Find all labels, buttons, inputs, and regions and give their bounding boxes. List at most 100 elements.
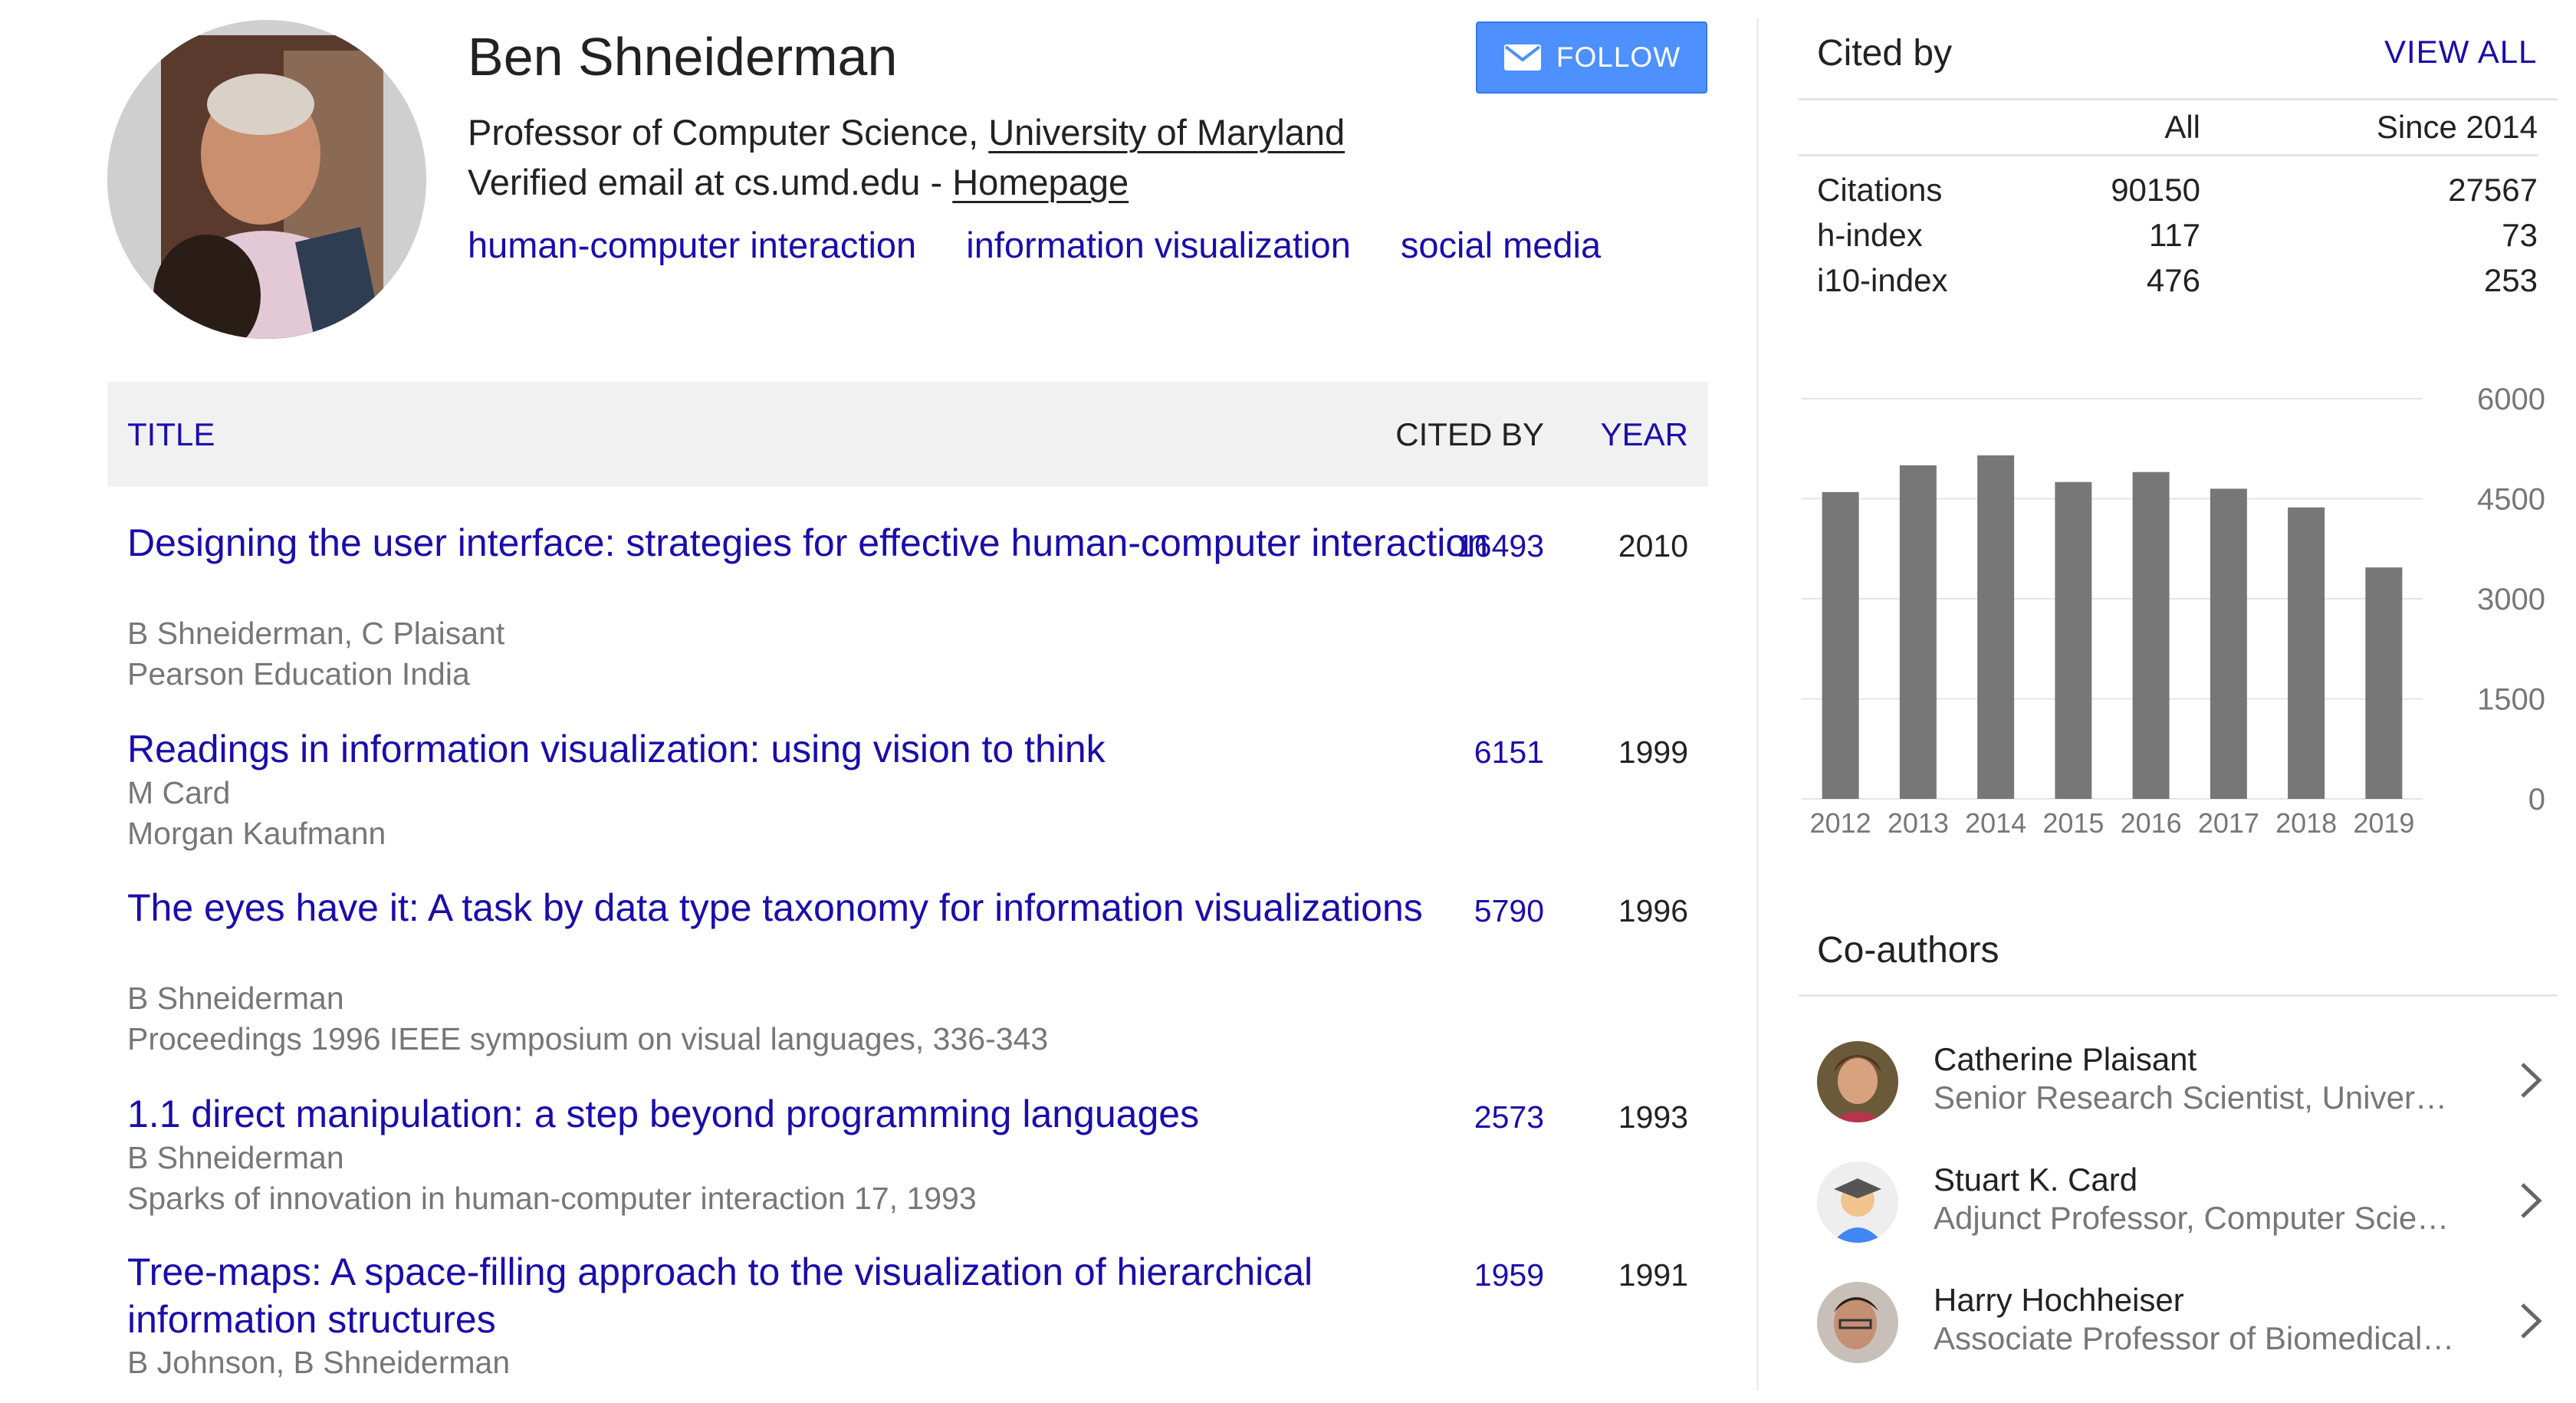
- chevron-right-icon: [2521, 1303, 2542, 1339]
- coauthor-photo: [1817, 1162, 1898, 1243]
- publication-row: Readings in information visualization: u…: [107, 725, 1708, 863]
- cited-by-header[interactable]: CITED BY: [1395, 416, 1544, 453]
- stat-label: h-index: [1817, 217, 1923, 253]
- column-since-header: Since 2014: [2376, 109, 2538, 145]
- bar-2019[interactable]: [2365, 567, 2403, 799]
- stat-since-value: 27567: [2448, 172, 2538, 208]
- stat-label: i10-index: [1817, 262, 1948, 298]
- publication-title-link[interactable]: Readings in information visualization: u…: [127, 725, 1492, 773]
- interest-link[interactable]: information visualization: [966, 225, 1351, 265]
- y-tick-label: 4500: [2477, 483, 2545, 517]
- coauthor-item[interactable]: Catherine Plaisant Senior Research Scien…: [1799, 1027, 2558, 1142]
- publication-year: 1996: [1618, 893, 1688, 928]
- interest-link[interactable]: human-computer interaction: [468, 225, 916, 265]
- publication-row: 1.1 direct manipulation: a step beyond p…: [107, 1090, 1708, 1228]
- publication-title-link[interactable]: Designing the user interface: strategies…: [127, 519, 1492, 567]
- profile-name: Ben Shneiderman: [468, 27, 898, 87]
- stats-row-h-index: h-index 117 73: [1799, 217, 2538, 262]
- publication-title-link[interactable]: Tree-maps: A space-filling approach to t…: [127, 1248, 1492, 1343]
- publication-row: Tree-maps: A space-filling approach to t…: [107, 1248, 1708, 1394]
- publication-authors: M Card: [127, 775, 231, 810]
- sort-by-title[interactable]: TITLE: [127, 416, 215, 453]
- person-photo-icon: [1817, 1041, 1898, 1122]
- coauthor-affiliation: Senior Research Scientist, University of…: [1934, 1079, 2455, 1116]
- x-tick-label: 2013: [1888, 807, 1949, 839]
- bar-2012[interactable]: [1822, 491, 1859, 799]
- x-tick-label: 2015: [2042, 807, 2104, 839]
- bar-2016[interactable]: [2132, 472, 2170, 799]
- publication-row: The eyes have it: A task by data type ta…: [107, 884, 1708, 1068]
- x-tick-label: 2012: [1810, 807, 1871, 839]
- affiliation-link[interactable]: University of Maryland: [988, 112, 1345, 153]
- publication-cited-by-link[interactable]: 5790: [1474, 893, 1544, 929]
- stats-header-row: All Since 2014: [1799, 109, 2538, 154]
- chevron-right-icon: [2521, 1183, 2542, 1218]
- publication-cited-by-link[interactable]: 1959: [1474, 1257, 1544, 1293]
- research-interests: human-computer interaction information v…: [468, 224, 1641, 266]
- default-scholar-avatar-icon: [1817, 1162, 1898, 1243]
- stats-row-citations: Citations 90150 27567: [1799, 172, 2538, 217]
- envelope-icon: [1503, 44, 1541, 71]
- y-tick-label: 1500: [2477, 683, 2545, 717]
- column-divider: [1756, 18, 1759, 1391]
- position-text: Professor of Computer Science,: [468, 112, 989, 153]
- stat-all-value: 117: [2149, 217, 2200, 253]
- divider: [1799, 154, 2538, 156]
- bar-2017[interactable]: [2210, 488, 2247, 799]
- coauthor-photo: [1817, 1282, 1898, 1363]
- coauthor-name: Harry Hochheiser: [1934, 1282, 2184, 1318]
- person-photo-icon: [1817, 1282, 1898, 1363]
- publication-venue: Proceedings 1996 IEEE symposium on visua…: [127, 1021, 1049, 1056]
- x-tick-label: 2018: [2275, 807, 2337, 839]
- divider: [1799, 98, 2558, 100]
- coauthor-name: Stuart K. Card: [1934, 1162, 2138, 1198]
- publication-venue: Morgan Kaufmann: [127, 816, 386, 851]
- citations-per-year-chart: 6000 4500 3000 1500 0 2012 2013 2014 2015 2016 201…: [1802, 383, 2545, 839]
- publication-cited-by-link[interactable]: 16493: [1457, 528, 1544, 564]
- homepage-link[interactable]: Homepage: [952, 162, 1129, 202]
- publication-cited-by-link[interactable]: 2573: [1474, 1099, 1544, 1135]
- profile-email: Verified email at cs.umd.edu - Homepage: [468, 161, 1129, 203]
- coauthor-item[interactable]: Harry Hochheiser Associate Professor of …: [1799, 1268, 2558, 1383]
- stat-all-value: 90150: [2111, 172, 2200, 208]
- publication-title-link[interactable]: 1.1 direct manipulation: a step beyond p…: [127, 1090, 1492, 1138]
- coauthor-name: Catherine Plaisant: [1934, 1041, 2197, 1077]
- sort-by-year[interactable]: YEAR: [1601, 416, 1688, 453]
- y-tick-label: 0: [2528, 783, 2545, 816]
- stats-row-i10-index: i10-index 476 253: [1799, 262, 2538, 307]
- profile-photo-icon: [107, 20, 426, 339]
- x-tick-label: 2016: [2121, 807, 2182, 839]
- coauthor-photo: [1817, 1041, 1898, 1122]
- follow-label: FOLLOW: [1556, 41, 1681, 73]
- citation-stats-table: All Since 2014 Citations 90150 27567 h-i…: [1799, 109, 2538, 307]
- publication-authors: B Shneiderman, C Plaisant: [127, 616, 505, 651]
- publication-table-header: TITLE CITED BY YEAR: [107, 382, 1708, 487]
- x-tick-label: 2017: [2198, 807, 2259, 839]
- stat-all-value: 476: [2146, 262, 2200, 298]
- publication-title-link[interactable]: The eyes have it: A task by data type ta…: [127, 884, 1492, 932]
- x-tick-label: 2019: [2353, 807, 2414, 839]
- y-tick-label: 6000: [2477, 383, 2545, 416]
- publication-year: 2010: [1618, 528, 1688, 564]
- bar-2013[interactable]: [1899, 465, 1937, 799]
- coauthors-title: Co-authors: [1817, 930, 1999, 971]
- interest-link[interactable]: social media: [1401, 225, 1601, 265]
- y-tick-label: 3000: [2477, 583, 2545, 616]
- publication-venue: Pearson Education India: [127, 656, 470, 692]
- profile-position: Professor of Computer Science, Universit…: [468, 111, 1345, 153]
- coauthor-affiliation: Associate Professor of Biomedical Inform…: [1934, 1320, 2455, 1356]
- view-all-link[interactable]: VIEW ALL: [2384, 34, 2537, 71]
- coauthor-item[interactable]: Stuart K. Card Adjunct Professor, Comput…: [1799, 1148, 2558, 1263]
- bar-2015[interactable]: [2055, 481, 2092, 799]
- follow-button[interactable]: FOLLOW: [1476, 21, 1707, 94]
- publication-cited-by-link[interactable]: 6151: [1474, 734, 1544, 770]
- x-tick-label: 2014: [1965, 807, 2026, 839]
- publication-year: 1993: [1618, 1099, 1688, 1135]
- bar-2018[interactable]: [2288, 507, 2325, 799]
- bar-2014[interactable]: [1977, 455, 2015, 799]
- publication-row: Designing the user interface: strategies…: [107, 519, 1708, 703]
- publication-venue: Sparks of innovation in human-computer i…: [127, 1181, 977, 1216]
- cited-by-title: Cited by: [1817, 33, 1953, 74]
- divider: [1799, 994, 2558, 997]
- publication-authors: B Shneiderman: [127, 981, 344, 1016]
